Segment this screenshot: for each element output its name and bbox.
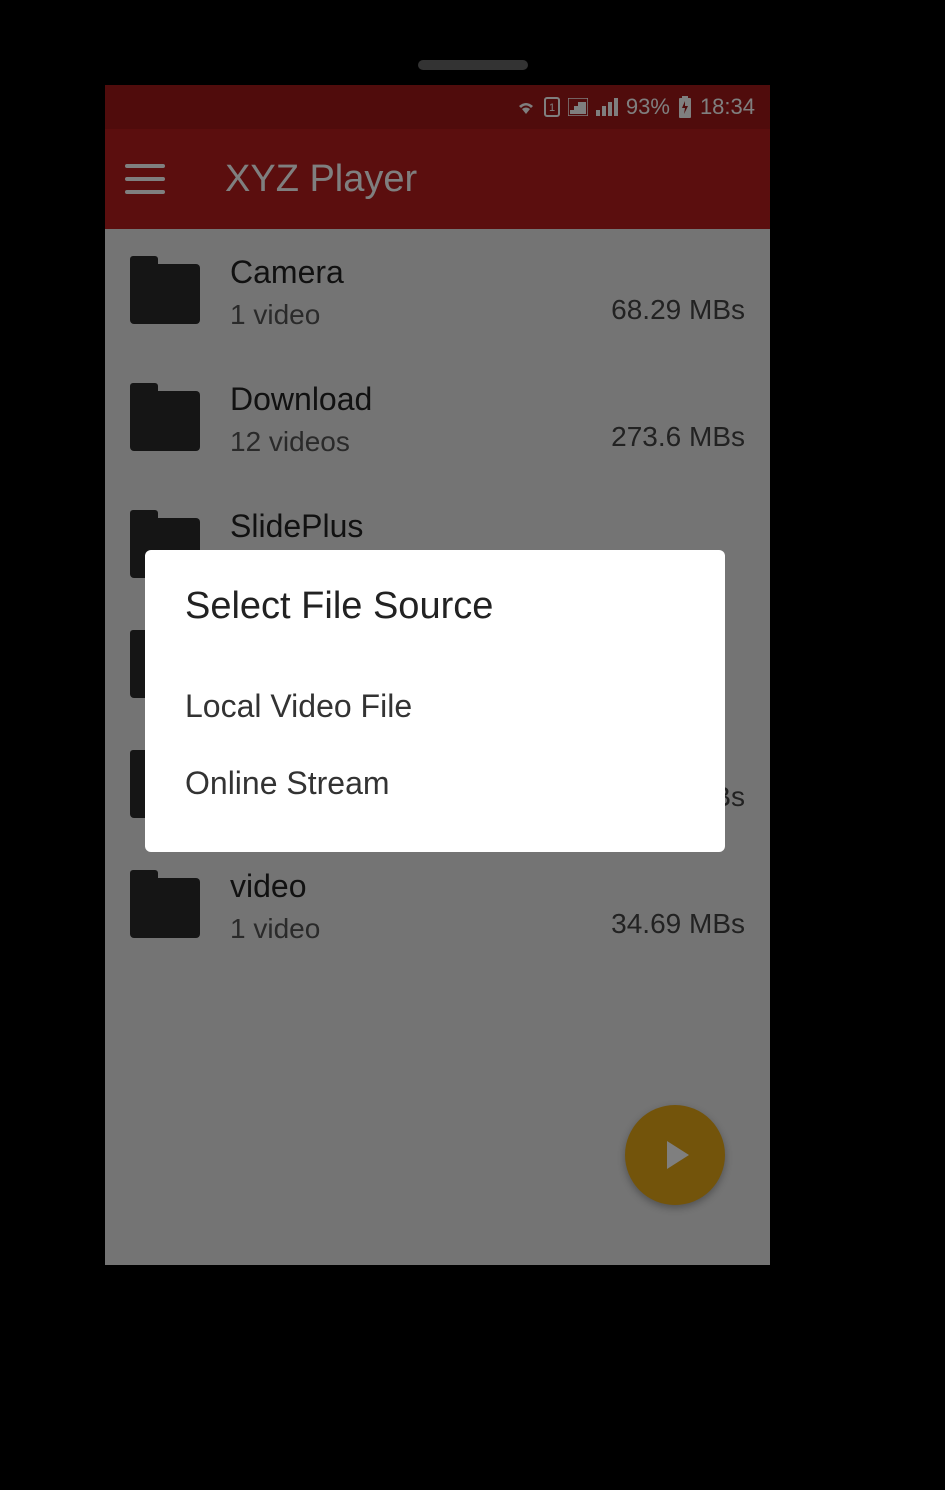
file-source-dialog: Select File Source Local Video File Onli… [145,550,725,852]
speaker [418,60,528,70]
option-local-video[interactable]: Local Video File [185,668,685,745]
dialog-title: Select File Source [185,585,685,628]
option-online-stream[interactable]: Online Stream [185,745,685,822]
